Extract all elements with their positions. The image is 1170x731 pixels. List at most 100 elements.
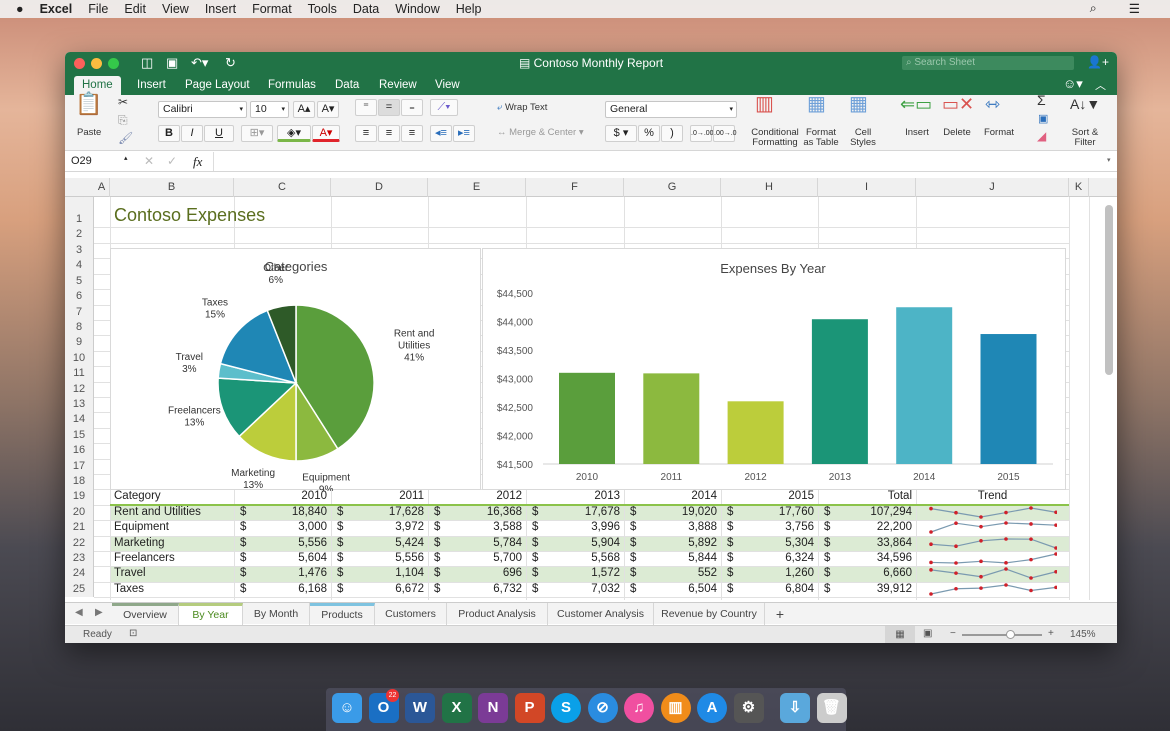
name-box[interactable]: O29 ▴ — [71, 155, 131, 167]
cell-value[interactable]: 696 — [428, 566, 522, 581]
cell-value[interactable]: 5,304 — [721, 536, 814, 551]
bold-button[interactable]: B — [158, 125, 180, 142]
number-format-select[interactable]: General ▾ — [605, 101, 737, 118]
cell-value[interactable]: 5,556 — [331, 551, 424, 566]
cell-value[interactable]: 3,972 — [331, 520, 424, 535]
cell-total[interactable]: 22,200 — [818, 520, 912, 535]
row-header[interactable]: 20 — [65, 504, 94, 521]
currency-format-button[interactable]: $ ▾ — [605, 125, 637, 142]
cut-icon[interactable]: ✂ — [118, 96, 128, 108]
copy-icon[interactable]: ⎘ — [118, 114, 128, 126]
tab-review[interactable]: Review — [371, 76, 425, 95]
clear-icon[interactable]: ◢ — [1037, 130, 1046, 142]
share-icon[interactable]: 👤+ — [1087, 55, 1109, 69]
cell-value[interactable]: 5,424 — [331, 536, 424, 551]
menu-file[interactable]: File — [88, 2, 108, 16]
column-header-I[interactable]: I — [818, 178, 916, 197]
increase-decimal-button[interactable]: .0→.00 — [690, 125, 714, 142]
powerpoint-icon[interactable]: P — [514, 693, 545, 723]
cell-value[interactable]: 17,628 — [331, 505, 424, 520]
collapse-ribbon-icon[interactable]: ︿ — [1095, 77, 1106, 93]
cancel-icon[interactable]: ✕ — [144, 154, 154, 168]
page-layout-view-button[interactable]: ▣ — [923, 628, 932, 639]
menu-data[interactable]: Data — [353, 2, 379, 16]
row-header[interactable]: 10 — [65, 350, 94, 367]
notification-center-icon[interactable]: ☰ — [1129, 1, 1140, 16]
align-right-button[interactable]: ≡ — [401, 125, 423, 142]
row-header[interactable]: 19 — [65, 489, 94, 505]
cell-value[interactable]: 6,672 — [331, 582, 424, 597]
cell-styles-icon[interactable]: ▦ — [849, 94, 868, 114]
tab-view[interactable]: View — [427, 76, 468, 95]
column-header-F[interactable]: F — [526, 178, 624, 197]
cell-value[interactable]: 18,840 — [234, 505, 327, 520]
cell-value[interactable]: 19,020 — [624, 505, 717, 520]
system-preferences-icon[interactable]: ⚙ — [733, 693, 764, 723]
row-header[interactable]: 14 — [65, 412, 94, 428]
apple-icon[interactable]: ● — [16, 2, 24, 16]
cell-value[interactable]: 552 — [624, 566, 717, 581]
orientation-button[interactable]: ⟋▾ — [430, 99, 458, 116]
italic-button[interactable]: I — [181, 125, 203, 142]
row-header[interactable]: 2 — [65, 227, 94, 243]
tab-insert[interactable]: Insert — [129, 76, 174, 95]
cell-value[interactable]: 1,104 — [331, 566, 424, 581]
column-header-J[interactable]: J — [916, 178, 1069, 197]
font-color-button[interactable]: A▾ — [312, 125, 340, 142]
cell-value[interactable]: 6,804 — [721, 582, 814, 597]
comma-style-button[interactable]: ) — [661, 125, 683, 142]
align-bottom-button[interactable]: ₌ — [401, 99, 423, 116]
format-cells-button[interactable]: Format — [981, 128, 1017, 138]
decrease-font-size-button[interactable]: A▾ — [317, 101, 339, 118]
row-header[interactable]: 24 — [65, 566, 94, 582]
row-header[interactable]: 18 — [65, 474, 94, 490]
column-header-K[interactable]: K — [1069, 178, 1089, 197]
column-header-G[interactable]: G — [624, 178, 721, 197]
tab-page-layout[interactable]: Page Layout — [177, 76, 258, 95]
row-header[interactable]: 16 — [65, 443, 94, 459]
sheet-tab-products[interactable]: Products — [310, 603, 375, 625]
row-header[interactable]: 12 — [65, 381, 94, 397]
add-sheet-button[interactable]: + — [770, 603, 790, 625]
menu-app[interactable]: Excel — [40, 2, 73, 16]
align-middle-button[interactable]: = — [378, 99, 400, 116]
row-header[interactable]: 8 — [65, 320, 94, 336]
cell-value[interactable]: 6,732 — [428, 582, 522, 597]
decrease-indent-button[interactable]: ◂≡ — [430, 125, 452, 142]
sort-filter-icon[interactable]: A↓▼ — [1070, 97, 1100, 111]
cell-value[interactable]: 7,032 — [526, 582, 620, 597]
align-top-button[interactable]: ⁼ — [355, 99, 377, 116]
autosum-icon[interactable]: Σ — [1037, 93, 1046, 107]
row-header[interactable]: 9 — [65, 335, 94, 351]
menu-tools[interactable]: Tools — [308, 2, 337, 16]
insert-cells-button[interactable]: Insert — [901, 128, 933, 138]
zoom-slider[interactable] — [962, 630, 1042, 639]
feedback-smiley-icon[interactable]: ☺▾ — [1063, 76, 1083, 92]
sort-filter-button[interactable]: Sort & Filter — [1067, 128, 1103, 148]
cell-value[interactable]: 3,996 — [526, 520, 620, 535]
finder-icon[interactable]: ☺ — [332, 693, 362, 723]
format-as-table-button[interactable]: Format as Table — [802, 128, 840, 148]
align-left-button[interactable]: ≡ — [355, 125, 377, 142]
row-category[interactable]: Marketing — [114, 536, 165, 551]
align-center-button[interactable]: ≡ — [378, 125, 400, 142]
spotlight-icon[interactable]: ⌕ — [1090, 1, 1097, 16]
pie-chart[interactable]: Categories Rent and Utilities 41% Equipment 9… — [110, 248, 481, 496]
cell-total[interactable]: 6,660 — [818, 566, 912, 581]
conditional-formatting-button[interactable]: Conditional Formatting — [750, 128, 800, 148]
underline-button[interactable]: U — [204, 125, 234, 142]
trash-icon[interactable]: 🗑 — [816, 693, 847, 723]
row-header[interactable]: 3 — [65, 243, 94, 259]
menu-edit[interactable]: Edit — [124, 2, 146, 16]
formula-input[interactable] — [213, 152, 1103, 171]
insert-function-button[interactable]: fx — [193, 154, 202, 170]
row-header[interactable]: 25 — [65, 581, 94, 598]
row-header[interactable]: 23 — [65, 551, 94, 567]
conditional-formatting-icon[interactable]: ▥ — [755, 94, 774, 114]
cell-total[interactable]: 34,596 — [818, 551, 912, 566]
excel-icon[interactable]: X — [441, 693, 472, 723]
row-header[interactable]: 7 — [65, 304, 94, 320]
delete-cells-icon[interactable]: ▭✕ — [942, 95, 974, 113]
row-header[interactable]: 17 — [65, 458, 94, 474]
onenote-icon[interactable]: N — [478, 693, 508, 723]
